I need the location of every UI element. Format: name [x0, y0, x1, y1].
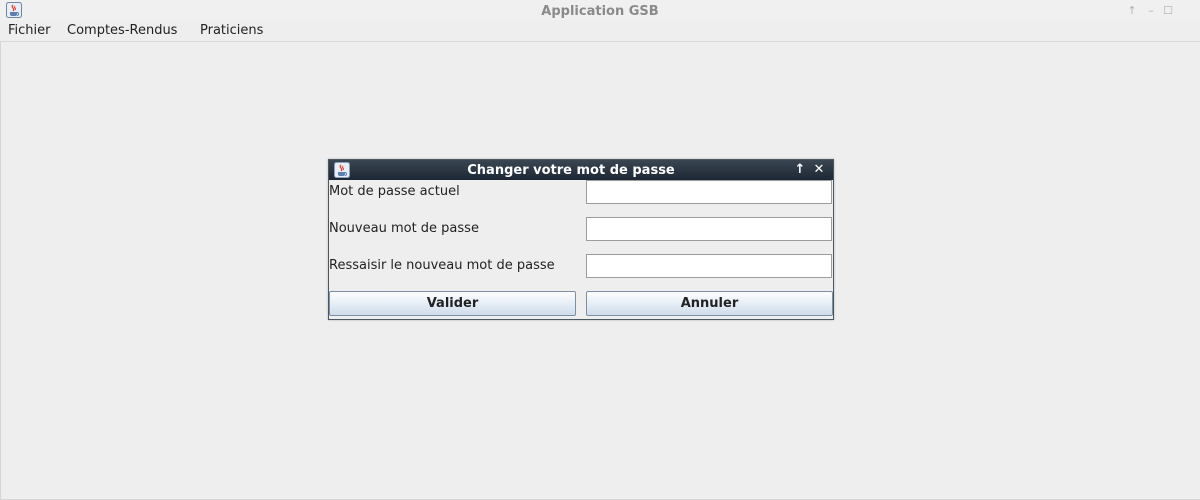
menu-fichier[interactable]: Fichier — [6, 20, 53, 41]
dialog-titlebar[interactable]: Changer votre mot de passe ↑ ✕ — [329, 160, 833, 180]
window-title: Application GSB — [541, 4, 659, 19]
close-icon[interactable] — [1179, 3, 1195, 19]
confirm-password-label: Ressaisir le nouveau mot de passe — [329, 258, 555, 273]
menu-bar: Fichier Comptes-Rendus Praticiens — [0, 20, 1200, 42]
window-titlebar: Application GSB ↑ – ☐ — [0, 0, 1200, 22]
shade-arrow-icon[interactable]: ↑ — [1124, 3, 1140, 19]
change-password-dialog: Changer votre mot de passe ↑ ✕ Mot de pa… — [328, 159, 834, 320]
minimize-icon[interactable]: – — [1143, 3, 1159, 19]
maximize-icon[interactable]: ☐ — [1160, 3, 1176, 19]
validate-button[interactable]: Valider — [329, 291, 576, 316]
new-password-label: Nouveau mot de passe — [329, 221, 479, 236]
new-password-field[interactable] — [586, 217, 832, 241]
current-password-field[interactable] — [586, 180, 832, 204]
shade-arrow-icon[interactable]: ↑ — [792, 161, 808, 179]
menu-praticiens[interactable]: Praticiens — [198, 20, 265, 41]
menu-comptes-rendus[interactable]: Comptes-Rendus — [65, 20, 179, 41]
cancel-button[interactable]: Annuler — [586, 291, 833, 316]
current-password-label: Mot de passe actuel — [329, 184, 460, 199]
close-icon[interactable]: ✕ — [811, 161, 827, 179]
main-window: Application GSB ↑ – ☐ Fichier Comptes-Re… — [0, 0, 1200, 500]
confirm-password-field[interactable] — [586, 254, 832, 278]
dialog-title: Changer votre mot de passe — [467, 163, 675, 178]
